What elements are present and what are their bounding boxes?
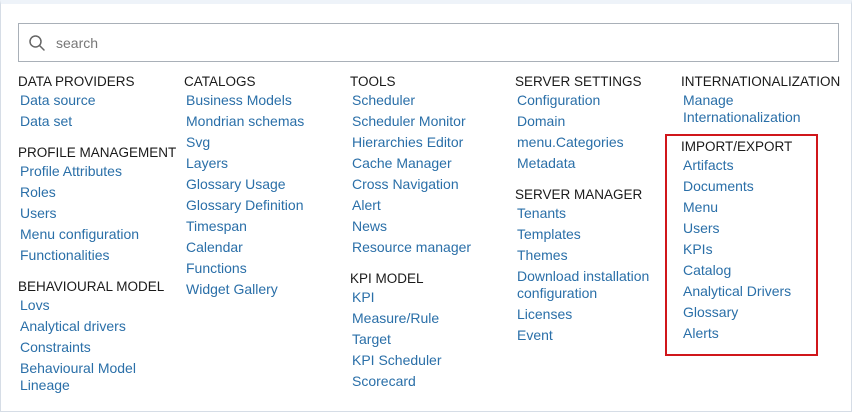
menu-link-manage-internationalization[interactable]: Manage Internationalization: [681, 92, 813, 126]
menu-link-scheduler-monitor[interactable]: Scheduler Monitor: [350, 113, 471, 130]
menu-link-scorecard[interactable]: Scorecard: [350, 373, 471, 390]
section-title-catalogs: CATALOGS: [184, 74, 256, 89]
menu-link-roles[interactable]: Roles: [18, 184, 176, 201]
menu-link-measure-rule[interactable]: Measure/Rule: [350, 310, 471, 327]
menu-link-menu-categories[interactable]: menu.Categories: [515, 134, 657, 151]
menu-link-scheduler[interactable]: Scheduler: [350, 92, 471, 109]
menu-link-cross-navigation[interactable]: Cross Navigation: [350, 176, 471, 193]
section-title-data-providers: DATA PROVIDERS: [18, 74, 135, 89]
section-title-internationalization: INTERNATIONALIZATION: [681, 74, 841, 89]
menu-link-event[interactable]: Event: [515, 327, 657, 344]
section-title-server-manager: SERVER MANAGER: [515, 187, 643, 202]
column-4: SERVER SETTINGS Configuration Domain men…: [515, 73, 657, 348]
menu-link-tenants[interactable]: Tenants: [515, 205, 657, 222]
menu-link-analytical-drivers[interactable]: Analytical drivers: [18, 318, 176, 335]
section-title-server-settings: SERVER SETTINGS: [515, 74, 642, 89]
menu-link-constraints[interactable]: Constraints: [18, 339, 176, 356]
menu-link-templates[interactable]: Templates: [515, 226, 657, 243]
menu-link-alert[interactable]: Alert: [350, 197, 471, 214]
menu-link-profile-attributes[interactable]: Profile Attributes: [18, 163, 176, 180]
menu-link-domain[interactable]: Domain: [515, 113, 657, 130]
menu-panel: DATA PROVIDERS Data source Data set PROF…: [0, 0, 852, 412]
section-title-kpi-model: KPI MODEL: [350, 271, 424, 286]
menu-link-layers[interactable]: Layers: [184, 155, 304, 172]
menu-link-menu-configuration[interactable]: Menu configuration: [18, 226, 176, 243]
menu-link-data-set[interactable]: Data set: [18, 113, 176, 130]
menu-link-download-installation-configuration[interactable]: Download installation configuration: [515, 268, 657, 302]
menu-link-hierarchies-editor[interactable]: Hierarchies Editor: [350, 134, 471, 151]
menu-link-behavioural-model-lineage[interactable]: Behavioural Model Lineage: [18, 360, 145, 394]
menu-link-business-models[interactable]: Business Models: [184, 92, 304, 109]
menu-link-target[interactable]: Target: [350, 331, 471, 348]
menu-link-cache-manager[interactable]: Cache Manager: [350, 155, 471, 172]
menu-link-functionalities[interactable]: Functionalities: [18, 247, 176, 264]
menu-link-kpi-scheduler[interactable]: KPI Scheduler: [350, 352, 471, 369]
menu-link-metadata[interactable]: Metadata: [515, 155, 657, 172]
column-1: DATA PROVIDERS Data source Data set PROF…: [18, 73, 176, 398]
menu-link-data-source[interactable]: Data source: [18, 92, 176, 109]
menu-link-calendar[interactable]: Calendar: [184, 239, 304, 256]
menu-link-users[interactable]: Users: [18, 205, 176, 222]
menu-link-glossary-definition[interactable]: Glossary Definition: [184, 197, 304, 214]
menu-link-functions[interactable]: Functions: [184, 260, 304, 277]
menu-link-glossary-usage[interactable]: Glossary Usage: [184, 176, 304, 193]
menu-link-themes[interactable]: Themes: [515, 247, 657, 264]
menu-link-resource-manager[interactable]: Resource manager: [350, 239, 471, 256]
section-title-tools: TOOLS: [350, 74, 396, 89]
section-title-behavioural-model: BEHAVIOURAL MODEL: [18, 279, 165, 294]
menu-link-timespan[interactable]: Timespan: [184, 218, 304, 235]
search-input[interactable]: [54, 30, 818, 56]
menu-link-svg[interactable]: Svg: [184, 134, 304, 151]
menu-link-configuration[interactable]: Configuration: [515, 92, 657, 109]
menu-link-widget-gallery[interactable]: Widget Gallery: [184, 281, 304, 298]
column-2: CATALOGS Business Models Mondrian schema…: [184, 73, 304, 302]
import-export-highlight-box: [665, 134, 818, 356]
menu-link-mondrian-schemas[interactable]: Mondrian schemas: [184, 113, 304, 130]
menu-link-licenses[interactable]: Licenses: [515, 306, 657, 323]
menu-link-kpi[interactable]: KPI: [350, 289, 471, 306]
menu-link-news[interactable]: News: [350, 218, 471, 235]
section-title-profile-management: PROFILE MANAGEMENT: [18, 145, 177, 160]
search-box[interactable]: [18, 23, 839, 62]
search-icon: [29, 35, 45, 51]
menu-link-lovs[interactable]: Lovs: [18, 297, 176, 314]
column-3: TOOLS Scheduler Scheduler Monitor Hierar…: [350, 73, 471, 394]
